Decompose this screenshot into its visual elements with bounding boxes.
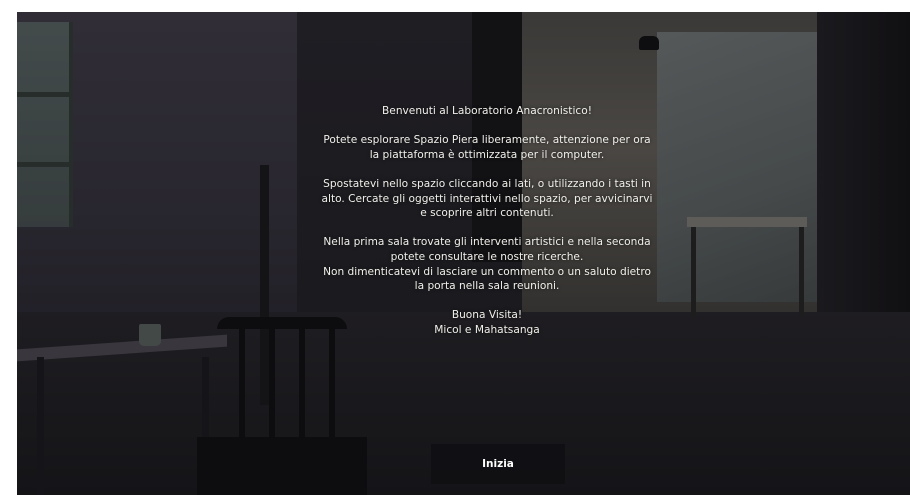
intro-paragraph: Potete esplorare Spazio Piera liberament… — [277, 133, 697, 162]
rooms-line: potete consultare le nostre ricerche. — [390, 250, 584, 263]
rooms-line: Nella prima sala trovate gli interventi … — [323, 236, 651, 249]
welcome-message: Benvenuti al Laboratorio Anacronistico! … — [277, 104, 697, 338]
signature: Micol e Mahatsanga — [434, 323, 540, 336]
closing-paragraph: Buona Visita! Micol e Mahatsanga — [277, 308, 697, 337]
rooms-line: Non dimenticatevi di lasciare un comment… — [323, 265, 651, 278]
navigation-paragraph: Spostatevi nello spazio cliccando ai lat… — [277, 177, 697, 221]
navigation-line: alto. Cercate gli oggetti interattivi ne… — [321, 192, 653, 205]
rooms-paragraph: Nella prima sala trovate gli interventi … — [277, 235, 697, 293]
closing-text: Buona Visita! — [451, 309, 523, 322]
navigation-line: e scoprire altri contenuti. — [420, 207, 554, 220]
welcome-screen: Benvenuti al Laboratorio Anacronistico! … — [17, 12, 910, 495]
intro-line: Potete esplorare Spazio Piera liberament… — [323, 134, 651, 147]
start-button[interactable]: Inizia — [431, 444, 565, 484]
intro-line: la piattaforma è ottimizzata per il comp… — [369, 148, 605, 161]
navigation-line: Spostatevi nello spazio cliccando ai lat… — [323, 177, 651, 190]
welcome-title: Benvenuti al Laboratorio Anacronistico! — [382, 105, 592, 117]
rooms-line: la porta nella sala reunioni. — [414, 280, 560, 293]
